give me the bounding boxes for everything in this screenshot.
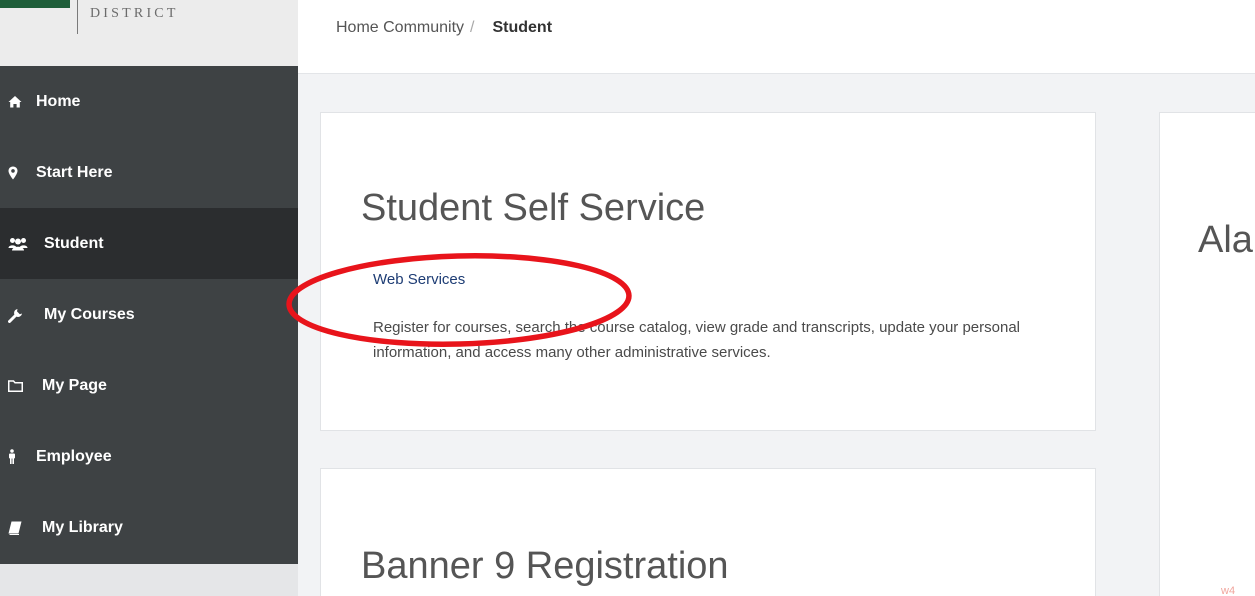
district-logo-text[interactable]: DISTRICT: [90, 6, 179, 22]
sidebar-item-employee[interactable]: Employee: [0, 421, 298, 492]
sidebar-item-label: My Library: [42, 518, 123, 536]
sidebar-item-my-courses[interactable]: My Courses: [0, 279, 298, 350]
card-title: Banner 9 Registration: [361, 545, 729, 587]
sidebar-footer: [0, 564, 298, 596]
logo-brand-bar: [0, 0, 70, 8]
banner-9-registration-card: Banner 9 Registration: [320, 468, 1096, 596]
sidebar-item-label: My Page: [42, 376, 107, 394]
folder-icon: [8, 379, 30, 392]
wrench-icon: [8, 307, 30, 323]
breadcrumb: Home Community / Student: [336, 19, 552, 37]
top-bar: Home Community / Student: [298, 0, 1255, 74]
card-description: Register for courses, search the course …: [373, 319, 1021, 361]
student-self-service-card: Student Self Service Web Services Regist…: [320, 112, 1096, 431]
breadcrumb-current: Student: [492, 19, 553, 36]
logo-area: DISTRICT: [0, 0, 298, 66]
home-icon: [8, 95, 30, 108]
sidebar-item-label: Employee: [36, 447, 112, 465]
alerts-card: Ala w4: [1159, 112, 1255, 596]
card-title: Ala: [1198, 219, 1253, 261]
sidebar-item-start-here[interactable]: Start Here: [0, 137, 298, 208]
map-marker-icon: [8, 166, 30, 180]
breadcrumb-separator: /: [470, 19, 475, 36]
person-icon: [8, 449, 30, 464]
web-services-link[interactable]: Web Services: [373, 271, 465, 288]
sidebar-item-student[interactable]: Student: [0, 208, 298, 279]
sidebar-item-label: Student: [44, 234, 104, 252]
card-stray-text: w4: [1221, 585, 1236, 596]
breadcrumb-home-link[interactable]: Home Community: [336, 19, 464, 37]
sidebar-item-home[interactable]: Home: [0, 66, 298, 137]
sidebar-nav: Home Start Here Student My Courses My Pa…: [0, 66, 298, 564]
sidebar-item-my-page[interactable]: My Page: [0, 350, 298, 421]
book-icon: [8, 521, 30, 535]
users-icon: [8, 237, 30, 251]
sidebar-item-label: Start Here: [36, 163, 113, 181]
sidebar-item-label: My Courses: [44, 305, 135, 323]
sidebar-item-label: Home: [36, 92, 81, 110]
logo-divider: [77, 0, 78, 34]
card-title: Student Self Service: [361, 187, 706, 229]
sidebar-item-my-library[interactable]: My Library: [0, 492, 298, 563]
